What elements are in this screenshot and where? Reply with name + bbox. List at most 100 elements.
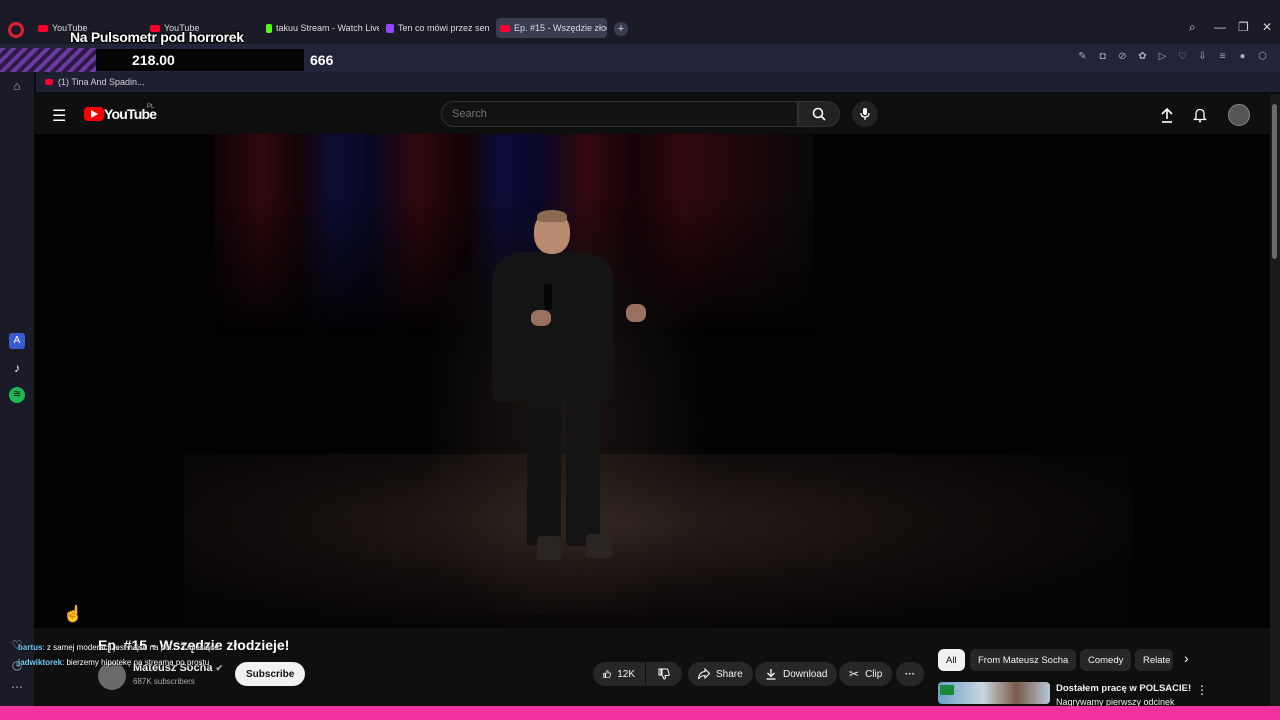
notifications-button[interactable] [1190,105,1210,125]
share-icon [698,668,710,680]
share-button[interactable]: Share [688,662,753,686]
menu-icon[interactable]: ≡ [1217,51,1228,62]
scrollbar-thumb[interactable] [1272,104,1277,259]
verified-icon: ✔ [215,663,224,673]
performer-hair [537,210,567,222]
overlay-title: Na Pulsometr pod horrorek [70,29,244,45]
performer-hand [626,304,646,322]
performer-shoe [537,536,561,560]
clip-label: Clip [865,668,883,680]
chat-message: bartus: z samej moderacji jest hajsu na … [18,643,219,652]
kick-favicon-icon [266,23,272,33]
search-input[interactable] [441,101,798,127]
hamburger-menu-icon[interactable]: ☰ [52,106,66,126]
tab-label: takuu Stream - Watch Live [276,23,379,33]
tab-label: Ep. #15 - Wszędzie złodzi [514,23,607,33]
chat-username: jadwiktorek [18,658,63,667]
recommendation-subtitle: Nagrywamy pierwszy odcinek [1056,697,1175,706]
overlay-value-1: 218.00 [132,52,175,68]
camera-icon[interactable]: ◘ [1097,51,1108,62]
bookmarks-bar: (1) Tina And Spadin... [36,72,1280,92]
profile-icon[interactable]: ● [1237,51,1248,62]
chip-all[interactable]: All [938,649,965,671]
overlay-stripes [0,48,96,72]
home-icon[interactable]: ⌂ [9,78,25,94]
tab-active-video[interactable]: Ep. #15 - Wszędzie złodzi [496,18,607,38]
aria-icon[interactable]: A [9,333,25,349]
search-button[interactable] [798,101,840,127]
subscriber-count: 687K subscribers [133,677,195,686]
performer-body [492,252,614,402]
chat-text: : bierzemy hipotekę na streama po prostu [62,658,210,667]
recommendation-more-icon[interactable]: ⋮ [1196,683,1208,697]
chat-text: : z samej moderacji jest hajsu na pół...… [42,643,219,652]
youtube-play-icon [91,110,98,118]
more-actions-button[interactable]: ··· [896,662,924,686]
mouse-cursor-icon: ☝ [63,606,83,623]
spotify-icon[interactable]: ≋ [9,387,25,403]
new-tab-button[interactable]: + [614,22,628,36]
youtube-favicon-icon [500,24,510,32]
bell-icon [1193,108,1207,123]
shield-icon[interactable]: ⊘ [1117,51,1128,62]
thumbs-down-icon [658,668,670,680]
upload-icon [1161,107,1173,123]
performer-leg [527,396,561,546]
chip-related[interactable]: Relate [1135,649,1173,671]
subscribe-button[interactable]: Subscribe [235,662,306,686]
overlay-counter-box [96,49,304,71]
heart-icon[interactable]: ♡ [1177,51,1188,62]
search-icon [812,107,826,121]
scissors-icon: ✂ [849,667,860,681]
performer-leg [566,396,600,546]
voice-search-button[interactable] [852,101,878,127]
player-icon[interactable]: ▷ [1157,51,1168,62]
microphone-icon [860,108,870,120]
minimize-icon[interactable]: — [1214,20,1226,34]
settings-icon[interactable]: ⬡ [1257,51,1268,62]
download-icon [766,669,776,680]
tab-kick-stream[interactable]: takuu Stream - Watch Live [266,18,379,38]
bookmark-item[interactable]: (1) Tina And Spadin... [58,77,145,87]
tab-label: Ten co mówi przez sen - T [398,23,490,33]
recommendation-title[interactable]: Dostałem pracę w POLSACIE! [1056,683,1191,694]
overlay-value-2: 666 [310,52,334,68]
restore-icon[interactable]: ❐ [1238,20,1249,34]
chip-from-channel[interactable]: From Mateusz Socha [970,649,1077,671]
chat-message: jadwiktorek: bierzemy hipotekę na stream… [18,658,209,667]
download-button[interactable]: Download [755,662,838,686]
chat-username: bartus [18,643,43,652]
clip-button[interactable]: ✂ Clip [839,662,893,686]
share-label: Share [716,668,743,680]
performer-hand [531,310,551,326]
tiktok-icon[interactable]: ♪ [9,360,25,376]
brazil-flag-icon [940,685,954,695]
sidebar-more-icon[interactable]: ⋯ [9,679,25,695]
download-icon[interactable]: ⇩ [1197,51,1208,62]
recommendation-thumbnail[interactable] [938,682,1050,704]
video-player[interactable] [34,134,1270,628]
snapshot-icon[interactable]: ✎ [1077,51,1088,62]
opera-logo-icon[interactable] [8,22,24,38]
twitch-favicon-icon [386,23,394,33]
like-count: 12K [617,668,635,680]
youtube-favicon-icon [45,79,53,85]
toolbar-icons: ✎ ◘ ⊘ ✿ ▷ ♡ ⇩ ≡ ● ⬡ [1077,51,1268,62]
thumbs-up-icon [603,670,611,678]
youtube-favicon-icon [38,24,48,32]
download-label: Download [783,668,828,680]
browser-search-icon[interactable]: ⌕ [1189,20,1196,35]
account-avatar[interactable] [1228,104,1250,126]
overlay-bottom-bar [0,706,1280,720]
chevron-right-icon[interactable]: › [1184,650,1189,666]
region-code: PL [147,104,155,110]
handheld-microphone [544,284,552,310]
extension-icon[interactable]: ✿ [1137,51,1148,62]
close-icon[interactable]: ✕ [1262,20,1272,34]
chip-comedy[interactable]: Comedy [1080,649,1132,671]
performer-shoe [586,534,612,558]
tab-twitch[interactable]: Ten co mówi przez sen - T [386,18,490,38]
dislike-button[interactable] [646,662,682,686]
like-button[interactable]: 12K [593,662,645,686]
upload-button[interactable] [1157,105,1177,125]
